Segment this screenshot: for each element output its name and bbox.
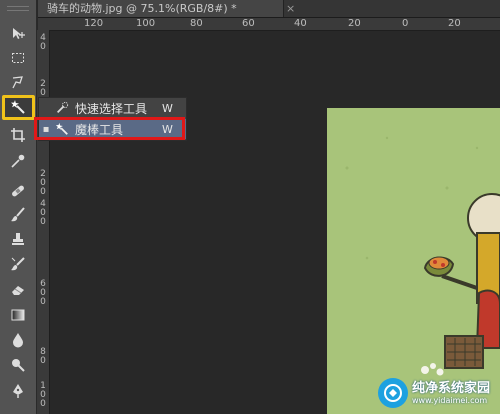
document-tab-bar: 骑车的动物.jpg @ 75.1%(RGB/8#) * × [38,0,500,18]
document-tab-title: 骑车的动物.jpg @ 75.1%(RGB/8#) * [47,2,237,15]
vertical-ruler: 4 0 2 0 0 2 0 0 4 0 0 6 0 0 8 0 1 0 0 [37,30,50,414]
move-icon [13,28,25,39]
marquee-tool[interactable] [4,47,32,69]
crop-icon [11,128,25,142]
stamp-icon [12,233,24,245]
watermark-url: www.yidaimei.com [412,395,488,405]
crop-tool[interactable] [4,124,32,146]
gradient-tool[interactable] [4,304,32,326]
healing-brush-tool[interactable] [4,180,32,202]
brush-icon [11,207,25,222]
watermark-title: 纯净系统家园 [412,380,491,396]
lasso-icon [12,76,23,89]
dodge-tool[interactable] [4,354,32,376]
tools-panel [0,0,37,414]
ruler-label: 0 [40,42,46,52]
clone-stamp-tool[interactable] [4,229,32,251]
document-tab[interactable]: 骑车的动物.jpg @ 75.1%(RGB/8#) * [38,0,284,17]
ruler-label: 0 [402,18,409,29]
ruler-label: 0 [40,187,46,197]
drop-icon [13,333,23,348]
panel-grip[interactable] [7,6,29,11]
cartoon-animal-illustration [345,136,500,376]
ruler-label: 20 [348,18,361,29]
quick-selection-icon [53,101,71,115]
eyedropper-tool[interactable] [4,150,32,172]
canvas-image[interactable] [327,108,500,414]
gradient-icon [11,309,25,321]
eraser-tool[interactable] [4,279,32,301]
ruler-label: 60 [242,18,255,29]
ruler-label: 0 [40,356,46,366]
move-tool[interactable] [4,23,32,45]
blur-tool[interactable] [4,329,32,351]
ruler-label: 20 [448,18,461,29]
dodge-icon [12,359,25,372]
flyout-item-shortcut: W [162,101,173,115]
horizontal-ruler: 120 100 80 60 40 20 0 20 [38,18,500,31]
bandage-icon [12,185,24,197]
eraser-icon [12,286,24,295]
watermark: 纯净系统家园 www.yidaimei.com [378,378,490,408]
ruler-label: 120 [84,18,104,29]
history-brush-tool[interactable] [4,253,32,275]
flyout-item-label: 快速选择工具 [75,101,148,116]
brush-tool[interactable] [4,204,32,226]
lasso-tool[interactable] [4,71,32,93]
flyout-item-quick-selection[interactable]: 快速选择工具 W [39,98,186,118]
ruler-label: 0 [40,217,46,227]
close-icon[interactable]: × [286,0,295,17]
ruler-label: 100 [136,18,156,29]
ruler-label: 0 [40,297,46,307]
watermark-logo-icon [378,378,408,408]
pen-tool[interactable] [4,380,32,402]
marquee-icon [12,53,24,63]
ruler-label: 40 [294,18,307,29]
ruler-label: 0 [40,399,46,409]
pen-icon [13,384,23,398]
magic-wand-highlight [2,95,35,120]
eyedropper-icon [11,154,25,168]
history-brush-icon [11,257,25,271]
magic-wand-item-highlight [34,117,185,140]
ruler-label: 80 [190,18,203,29]
